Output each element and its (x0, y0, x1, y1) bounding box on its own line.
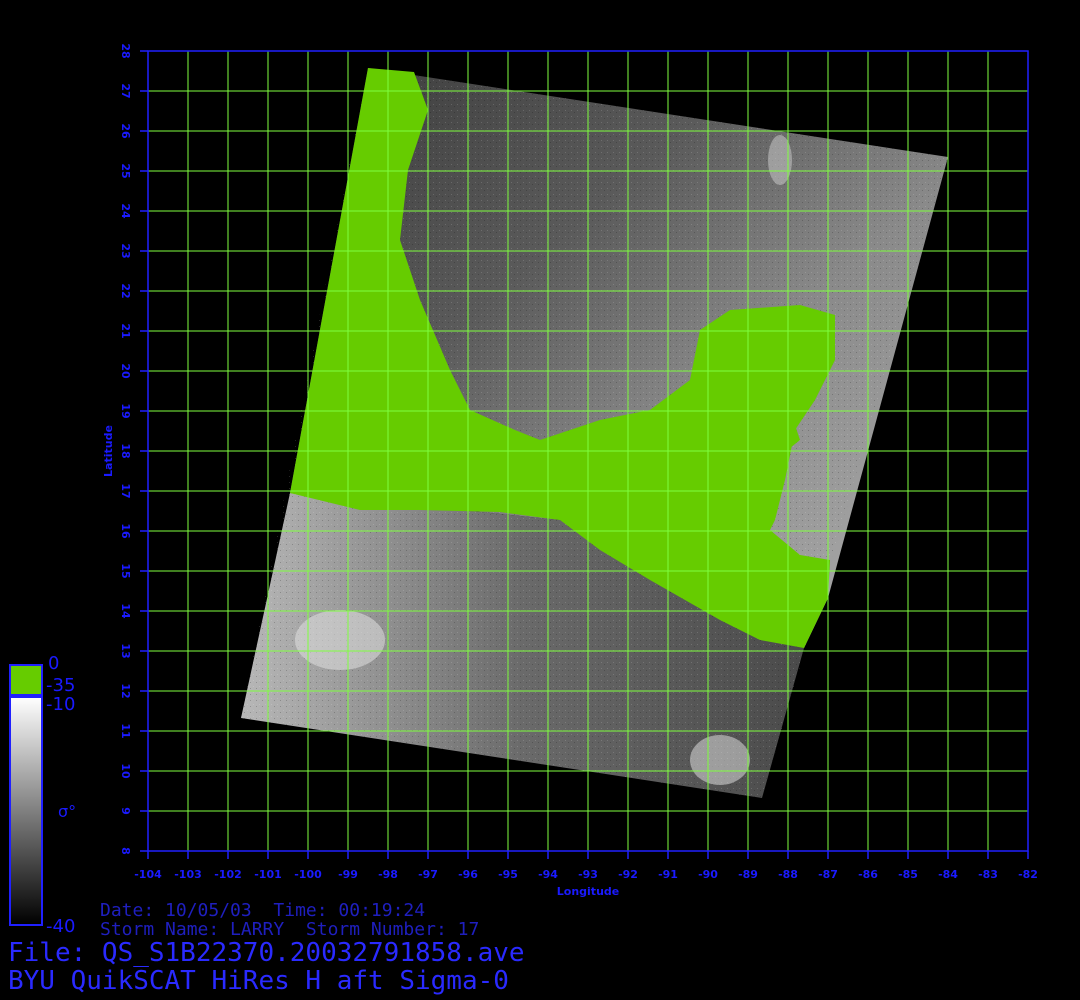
colorbar-land-top-label: 0 (48, 653, 60, 674)
lat-tick-label: 20 (119, 363, 132, 379)
lon-tick-label: -97 (418, 868, 438, 881)
lon-tick-label: -95 (498, 868, 518, 881)
lat-tick-label: 18 (119, 443, 132, 458)
lon-tick-label: -104 (134, 868, 162, 881)
sigma0-symbol: σ° (58, 802, 77, 821)
lat-lon-grid (148, 51, 1028, 851)
product-line: BYU QuikSCAT HiRes H aft Sigma-0 (8, 966, 509, 996)
lon-tick-label: -90 (698, 868, 718, 881)
longitude-tick-labels: -104 -103 -102 -101 -100 -99 -98 -97 -96 -95 -94 -9… (134, 851, 1038, 881)
lat-tick-label: 17 (119, 483, 132, 498)
lat-tick-label: 22 (119, 283, 132, 298)
lon-tick-label: -83 (978, 868, 998, 881)
lon-tick-label: -91 (658, 868, 678, 881)
lon-tick-label: -96 (458, 868, 478, 881)
lon-tick-label: -100 (294, 868, 322, 881)
latitude-tick-labels: 8 9 10 11 12 13 14 15 16 17 18 19 20 21 22 23 24 25 26 27 28 (119, 43, 148, 855)
lon-tick-label: -86 (858, 868, 878, 881)
lon-tick-label: -85 (898, 868, 918, 881)
colorbar-ocean-top-label: -10 (46, 694, 76, 715)
lat-tick-label: 13 (119, 643, 132, 658)
lat-tick-label: 12 (119, 683, 132, 698)
lon-tick-label: -99 (338, 868, 358, 881)
lat-tick-label: 25 (119, 163, 132, 178)
lon-tick-label: -87 (818, 868, 838, 881)
quikscat-map-figure: { "figure": { "file_line": "File: QS_S1B… (0, 0, 1080, 1000)
colorbar-land-segment (9, 664, 43, 696)
colorbar-ocean-segment (9, 696, 43, 926)
lat-tick-label: 8 (119, 847, 132, 855)
lat-tick-label: 11 (119, 723, 132, 738)
lat-tick-label: 24 (119, 203, 132, 219)
date-time-line: Date: 10/05/03 Time: 00:19:24 (100, 900, 426, 921)
lon-tick-label: -93 (578, 868, 598, 881)
map-plot: -104 -103 -102 -101 -100 -99 -98 -97 -96 -95 -94 -9… (9, 43, 1038, 926)
x-axis-title: Longitude (557, 885, 619, 898)
lon-tick-label: -94 (538, 868, 558, 881)
lat-tick-label: 14 (119, 603, 132, 619)
lat-tick-label: 9 (119, 807, 132, 815)
bright-patch (690, 735, 750, 785)
lon-tick-label: -102 (214, 868, 242, 881)
lon-tick-label: -88 (778, 868, 798, 881)
file-line: File: QS_S1B22370.20032791858.ave (8, 938, 525, 968)
colorbar (9, 664, 43, 926)
lon-tick-label: -101 (254, 868, 282, 881)
colorbar-land-bottom-label: -35 (46, 675, 76, 696)
lat-tick-label: 28 (119, 43, 132, 58)
colorbar-ocean-bottom-label: -40 (46, 916, 76, 937)
lat-tick-label: 26 (119, 123, 132, 139)
lat-tick-label: 23 (119, 243, 132, 258)
lon-tick-label: -103 (174, 868, 202, 881)
lon-tick-label: -82 (1018, 868, 1038, 881)
lat-tick-label: 10 (119, 763, 132, 779)
lat-tick-label: 16 (119, 523, 132, 539)
y-axis-title: Latitude (102, 425, 115, 477)
lon-tick-label: -84 (938, 868, 958, 881)
lon-tick-label: -92 (618, 868, 638, 881)
lat-tick-label: 19 (119, 403, 132, 418)
lat-tick-label: 15 (119, 563, 132, 578)
lat-tick-label: 21 (119, 323, 132, 338)
lon-tick-label: -89 (738, 868, 758, 881)
lat-tick-label: 27 (119, 83, 132, 98)
lon-tick-label: -98 (378, 868, 398, 881)
storm-line: Storm Name: LARRY Storm Number: 17 (100, 919, 480, 940)
